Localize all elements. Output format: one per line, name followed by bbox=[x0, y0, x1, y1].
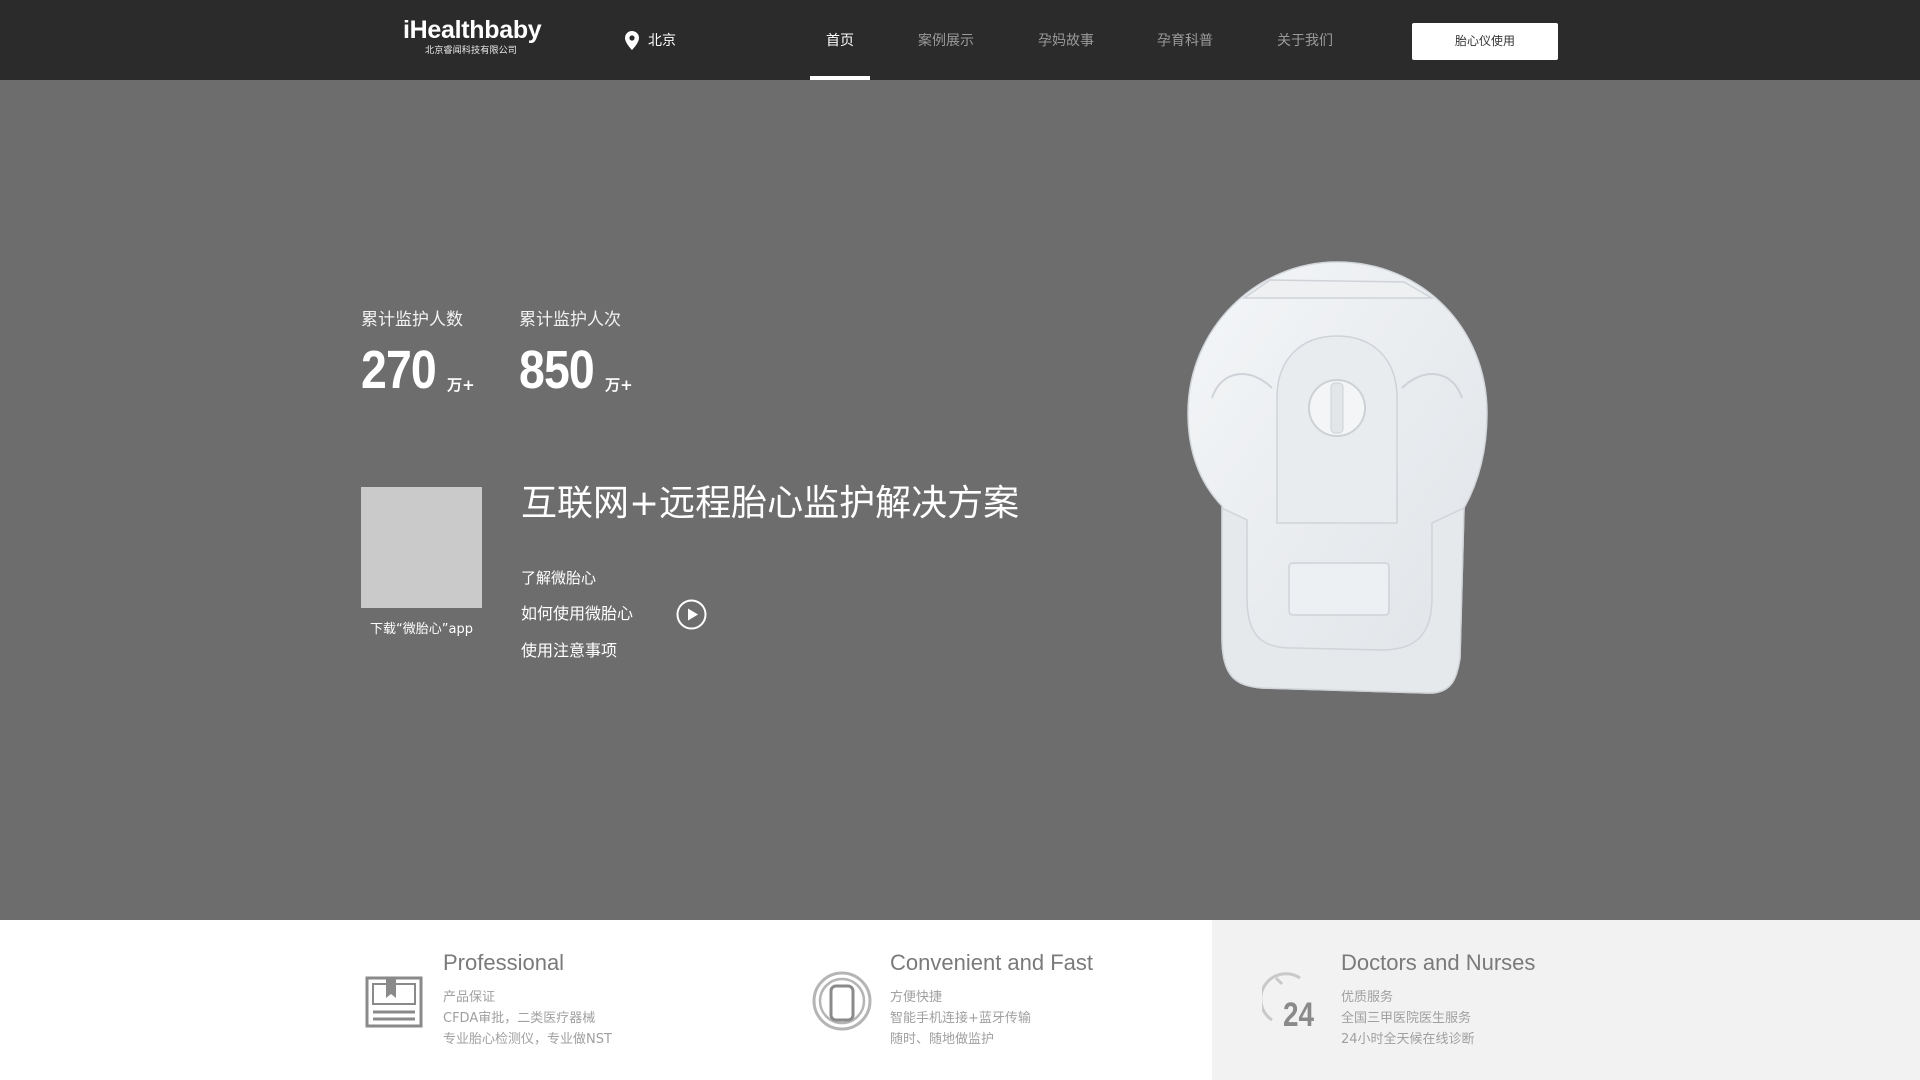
location-label: 北京 bbox=[648, 33, 676, 49]
stat-value-row: 270 万+ bbox=[361, 343, 475, 397]
nav-home[interactable]: 首页 bbox=[810, 0, 870, 80]
play-icon[interactable] bbox=[676, 599, 707, 630]
nav-parenting-science[interactable]: 孕育科普 bbox=[1154, 0, 1216, 80]
location-selector[interactable]: 北京 bbox=[625, 30, 676, 50]
hero-section: 累计监护人数 270 万+ 累计监护人次 850 万+ 下载“微胎心”app 互… bbox=[0, 80, 1920, 920]
hero-headline: 互联网+远程胎心监护解决方案 bbox=[521, 483, 1020, 524]
stat-unit: 万+ bbox=[605, 376, 633, 394]
clock-24-icon: 24 bbox=[1262, 972, 1315, 1032]
stat-number: 850 bbox=[519, 340, 595, 400]
fetal-monitor-use-button[interactable]: 胎心仪使用 bbox=[1412, 23, 1558, 60]
nav-cases[interactable]: 案例展示 bbox=[915, 0, 977, 80]
feature-line: 全国三甲医院医生服务 bbox=[1341, 1011, 1472, 1026]
logo-name: iHealthbaby bbox=[403, 16, 542, 44]
nav-about-us[interactable]: 关于我们 bbox=[1274, 0, 1336, 80]
logo-company-name: 北京睿闻科技有限公司 bbox=[425, 45, 517, 56]
top-header: iHealthbaby 北京睿闻科技有限公司 北京 首页 案例展示 孕妈故事 孕… bbox=[0, 0, 1920, 80]
features-section: Professional 产品保证 CFDA审批，二类医疗器械 专业胎心检测仪，… bbox=[0, 920, 1920, 1080]
stat-monitored-people: 累计监护人数 270 万+ bbox=[361, 308, 475, 397]
brand-logo[interactable]: iHealthbaby 北京睿闻科技有限公司 bbox=[403, 16, 542, 57]
usage-notes-link[interactable]: 使用注意事项 bbox=[521, 640, 617, 662]
stat-label: 累计监护人数 bbox=[361, 310, 463, 330]
clock-24-text: 24 bbox=[1283, 995, 1315, 1032]
app-qr-code bbox=[361, 487, 482, 608]
qr-caption: 下载“微胎心”app bbox=[370, 622, 473, 637]
feature-title: Doctors and Nurses bbox=[1341, 950, 1536, 975]
location-pin-icon bbox=[625, 30, 639, 50]
stat-value-row: 850 万+ bbox=[519, 343, 633, 397]
nav-mom-stories[interactable]: 孕妈故事 bbox=[1035, 0, 1097, 80]
stat-monitoring-sessions: 累计监护人次 850 万+ bbox=[519, 308, 633, 397]
stat-unit: 万+ bbox=[447, 376, 475, 394]
feature-line: 优质服务 bbox=[1341, 990, 1394, 1005]
feature-line: 24小时全天候在线诊断 bbox=[1341, 1032, 1475, 1047]
stat-number: 270 bbox=[361, 340, 437, 400]
stat-label: 累计监护人次 bbox=[519, 310, 621, 330]
learn-about-link[interactable]: 了解微胎心 bbox=[521, 567, 596, 589]
feature-doctors: 24 Doctors and Nurses 优质服务 全国三甲医院医生服务 24… bbox=[0, 920, 1920, 1080]
fetal-doppler-device-image bbox=[1187, 261, 1488, 694]
how-to-use-link[interactable]: 如何使用微胎心 bbox=[521, 603, 633, 625]
